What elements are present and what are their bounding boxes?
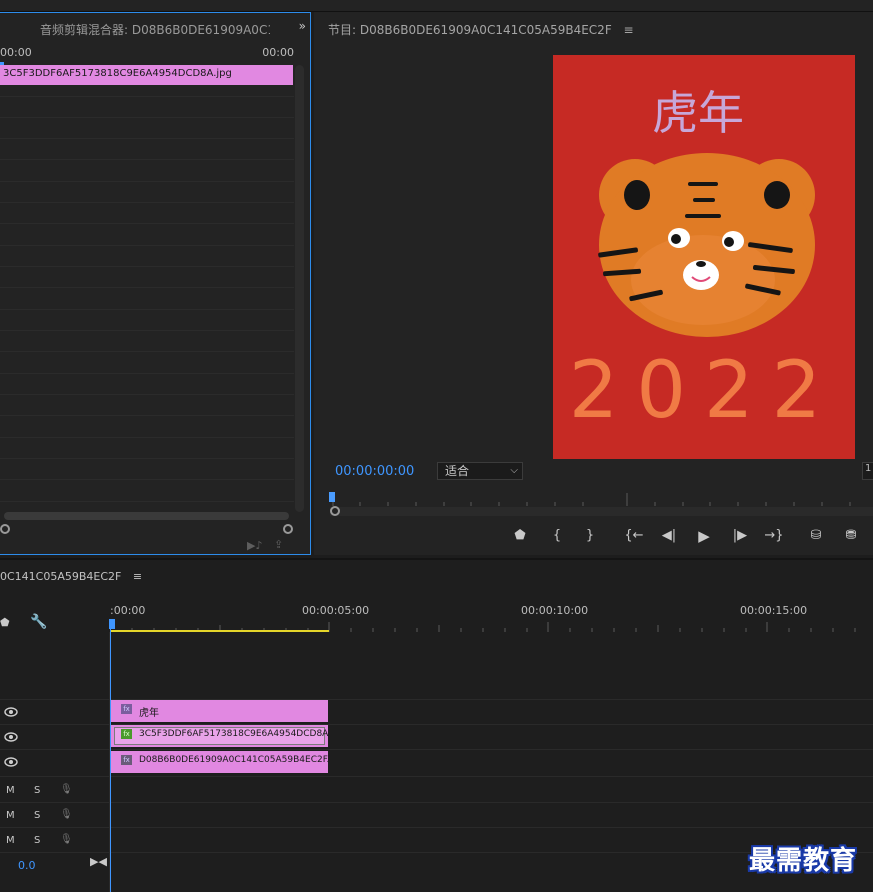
tiger-face-icon (598, 153, 815, 337)
scroll-left-handle[interactable] (0, 524, 10, 534)
ruler-label: 00:00:15:00 (740, 604, 808, 617)
extract-button[interactable]: ⛃ (841, 526, 861, 546)
track-divider (0, 802, 873, 803)
clip-label: 虎年 (139, 708, 159, 719)
toggle-track-output-eye-icon[interactable] (4, 757, 18, 767)
vertical-scrollbar[interactable] (295, 65, 304, 512)
mark-in-button[interactable]: { (547, 526, 567, 546)
panel-title[interactable]: 音频剪辑混合器: D08B6B0DE61909A0C141( (40, 21, 270, 38)
track-divider (0, 852, 873, 853)
wrench-icon[interactable]: 🔧 (30, 614, 47, 630)
fit-zoom-select[interactable]: 适合 ⌵ (437, 462, 523, 480)
fit-select-value: 适合 (445, 464, 470, 478)
fx-badge-icon: fx (121, 704, 132, 714)
source-clip[interactable]: 3C5F3DDF6AF5173818C9E6A4954DCD8A.jpg (0, 65, 293, 85)
timeline-title[interactable]: 0C141C05A59B4EC2F ≡ (0, 570, 142, 583)
timeline-playhead-line[interactable] (110, 620, 111, 892)
source-time-ruler[interactable]: 00:00 00:00 (0, 42, 296, 64)
work-area-bar[interactable] (110, 630, 329, 632)
ruler-label: 00:00:05:00 (302, 604, 370, 617)
lift-button[interactable]: ⛁ (806, 526, 826, 546)
mute-track-button[interactable]: M (6, 810, 15, 821)
mixer-grid (0, 85, 294, 510)
hamburger-icon[interactable]: ≡ (624, 23, 634, 37)
program-time-ruler[interactable] (330, 490, 873, 506)
ruler-label: 00:00:10:00 (521, 604, 589, 617)
timeline-clip-title[interactable]: fx 虎年 (111, 700, 328, 722)
ruler-start-label: 00:00 (0, 46, 32, 59)
go-to-in-button[interactable]: {← (624, 526, 644, 546)
track-divider (0, 749, 873, 750)
timeline-title-text: 0C141C05A59B4EC2F (0, 570, 122, 583)
solo-track-button[interactable]: S (34, 810, 40, 821)
scroll-right-handle[interactable] (283, 524, 293, 534)
tiger-artwork: 虎年 2022 (569, 86, 840, 436)
solo-track-button[interactable]: S (34, 785, 40, 796)
clip-label: D08B6B0DE61909A0C141C05A59B4EC2F.jpg (139, 755, 328, 765)
artwork-year: 2022 (569, 346, 840, 436)
ruler-label: :00:00 (110, 604, 146, 617)
mark-out-button[interactable]: } (580, 526, 600, 546)
export-icon[interactable]: ⇪ (274, 538, 283, 551)
program-playhead[interactable] (329, 492, 335, 502)
timeline-clip-image[interactable]: fx 3C5F3DDF6AF5173818C9E6A4954DCD8A.jp (111, 725, 328, 747)
playhead-timecode[interactable]: 00:00:00:00 (335, 464, 414, 479)
more-panels-chevron-icon[interactable]: » (299, 19, 306, 33)
mute-track-button[interactable]: M (6, 835, 15, 846)
track-divider (0, 827, 873, 828)
play-button[interactable]: ▶ (694, 526, 714, 546)
timeline-clip-image[interactable]: fx D08B6B0DE61909A0C141C05A59B4EC2F.jpg (111, 751, 328, 773)
mute-track-button[interactable]: M (6, 785, 15, 796)
go-to-out-button[interactable]: →} (764, 526, 784, 546)
master-volume-value[interactable]: 0.0 (18, 859, 36, 872)
program-title-text: 节目: D08B6B0DE61909A0C141C05A59B4EC2F (328, 23, 612, 37)
toggle-track-output-eye-icon[interactable] (4, 732, 18, 742)
microphone-icon[interactable]: 🎙 (60, 784, 73, 795)
top-bar (0, 0, 873, 12)
go-to-end-icon[interactable]: ▶◀ (90, 855, 107, 868)
marker-icon[interactable]: ⬟ (0, 616, 10, 629)
artwork-heading: 虎年 (652, 86, 744, 140)
track-divider (0, 776, 873, 777)
clip-label: 3C5F3DDF6AF5173818C9E6A4954DCD8A.jp (139, 729, 328, 739)
hamburger-icon[interactable]: ≡ (133, 570, 142, 583)
microphone-icon[interactable]: 🎙 (60, 809, 73, 820)
microphone-icon[interactable]: 🎙 (60, 834, 73, 845)
scrub-left-handle[interactable] (330, 506, 340, 516)
program-scrub-bar[interactable] (330, 507, 873, 516)
toggle-track-output-eye-icon[interactable] (4, 707, 18, 717)
step-back-button[interactable]: ◀| (659, 526, 679, 546)
solo-track-button[interactable]: S (34, 835, 40, 846)
program-video-frame[interactable]: 虎年 2022 (553, 55, 855, 459)
step-forward-button[interactable]: |▶ (730, 526, 750, 546)
resolution-select[interactable]: 1 (862, 462, 873, 480)
chevron-down-icon: ⌵ (510, 465, 518, 476)
watermark-logo: 最需教育 (749, 846, 858, 876)
fx-badge-icon: fx (121, 755, 132, 765)
fx-badge-icon: fx (121, 729, 132, 739)
program-monitor-title[interactable]: 节目: D08B6B0DE61909A0C141C05A59B4EC2F ≡ (328, 21, 634, 38)
audio-out-icon[interactable]: ▶♪ (247, 539, 262, 552)
horizontal-scrollbar[interactable] (4, 512, 289, 520)
timeline-playhead[interactable] (109, 619, 115, 629)
add-marker-button[interactable]: ⬟ (510, 526, 530, 546)
ruler-end-label: 00:00 (262, 46, 294, 59)
